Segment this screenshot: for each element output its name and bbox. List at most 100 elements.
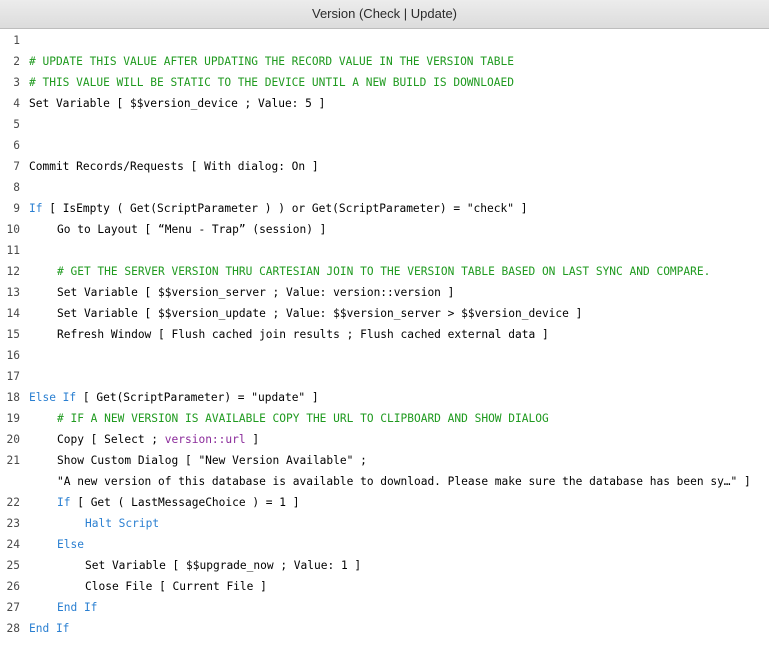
step-text: Set Variable [ $$version_server ; Value:… [57,286,455,299]
script-step-text: Copy [ Select ; version::url ] [57,429,259,450]
control-keyword: Halt Script [85,517,160,530]
script-step-text: Show Custom Dialog [ "New Version Availa… [57,450,367,471]
line-number: 21 [6,454,20,467]
line-number: 2 [13,55,20,68]
line-number: 24 [6,538,20,551]
script-step-text: If [ IsEmpty ( Get(ScriptParameter ) ) o… [29,198,527,219]
script-step-line[interactable]: 13 Set Variable [ $$version_server ; Valu… [0,282,769,303]
script-step-line[interactable]: 10 Go to Layout [ “Menu - Trap” (session)… [0,219,769,240]
line-number: 18 [6,391,20,404]
script-step-text: Refresh Window [ Flush cached join resul… [57,324,549,345]
script-step-line[interactable]: 6 [0,135,769,156]
script-step-text: # UPDATE THIS VALUE AFTER UPDATING THE R… [29,51,514,72]
step-text: Refresh Window [ Flush cached join resul… [57,328,549,341]
script-step-line[interactable]: 8 [0,177,769,198]
line-number: 3 [13,76,20,89]
script-step-line[interactable]: 19 # IF A NEW VERSION IS AVAILABLE COPY T… [0,408,769,429]
script-step-line[interactable]: 12 # GET THE SERVER VERSION THRU CARTESIA… [0,261,769,282]
window-title: Version (Check | Update) [312,6,457,21]
script-step-line[interactable]: 14 Set Variable [ $$version_update ; Valu… [0,303,769,324]
line-number: 28 [6,622,20,635]
script-step-line[interactable]: 16 [0,345,769,366]
script-step-text: Close File [ Current File ] [85,576,267,597]
line-number: 14 [6,307,20,320]
step-text: Commit Records/Requests [ With dialog: O… [29,160,319,173]
script-step-line[interactable]: 23 Halt Script [0,513,769,534]
control-keyword: Else If [29,391,77,404]
script-step-text: # THIS VALUE WILL BE STATIC TO THE DEVIC… [29,72,514,93]
line-number: 15 [6,328,20,341]
step-text: Set Variable [ $$version_device ; Value:… [29,97,326,110]
script-step-line[interactable]: 28 End If [0,618,769,639]
script-step-line[interactable]: 9 If [ IsEmpty ( Get(ScriptParameter ) ) … [0,198,769,219]
field-reference: version::url [164,433,246,446]
script-step-text: Set Variable [ $$upgrade_now ; Value: 1 … [85,555,361,576]
script-step-text: Set Variable [ $$version_server ; Value:… [57,282,454,303]
script-step-line[interactable]: 17 [0,366,769,387]
script-step-line[interactable]: 15 Refresh Window [ Flush cached join res… [0,324,769,345]
script-step-text: Commit Records/Requests [ With dialog: O… [29,156,319,177]
step-text: Close File [ Current File ] [85,580,267,593]
line-number: 10 [6,223,20,236]
line-number: 23 [6,517,20,530]
script-step-line[interactable]: 7 Commit Records/Requests [ With dialog: … [0,156,769,177]
line-number: 1 [13,34,20,47]
script-editor[interactable]: 1 2 # UPDATE THIS VALUE AFTER UPDATING THE… [0,29,769,656]
script-step-text: # GET THE SERVER VERSION THRU CARTESIAN … [57,261,710,282]
script-step-line[interactable]: 20 Copy [ Select ; version::url ] [0,429,769,450]
script-step-text: Go to Layout [ “Menu - Trap” (session) ] [57,219,326,240]
control-keyword: End If [57,601,98,614]
line-number: 17 [6,370,20,383]
line-number: 19 [6,412,20,425]
line-number: 8 [13,181,20,194]
script-step-line[interactable]: 18 Else If [ Get(ScriptParameter) = "upda… [0,387,769,408]
step-text: [ Get ( LastMessageChoice ) = 1 ] [70,496,300,509]
step-text: Set Variable [ $$version_update ; Value:… [57,307,583,320]
script-step-line[interactable]: 1 [0,30,769,51]
line-number: 22 [6,496,20,509]
step-text: Copy [ Select ; [57,433,165,446]
line-number: 12 [6,265,20,278]
script-step-line[interactable]: 11 [0,240,769,261]
step-comment: # IF A NEW VERSION IS AVAILABLE COPY THE… [57,412,549,425]
script-step-line[interactable]: 5 [0,114,769,135]
script-step-text: If [ Get ( LastMessageChoice ) = 1 ] [57,492,300,513]
step-text: [ Get(ScriptParameter) = "update" ] [76,391,319,404]
script-step-line[interactable]: 27 End If [0,597,769,618]
script-step-line[interactable]: 25 Set Variable [ $$upgrade_now ; Value: … [0,555,769,576]
script-step-text: "A new version of this database is avail… [57,471,751,492]
script-step-line[interactable]: 26 Close File [ Current File ] [0,576,769,597]
control-keyword: Else [57,538,84,551]
line-number: 16 [6,349,20,362]
step-text: "A new version of this database is avail… [57,475,751,488]
script-step-text: Else [57,534,84,555]
script-step-text: # IF A NEW VERSION IS AVAILABLE COPY THE… [57,408,549,429]
line-number: 5 [13,118,20,131]
script-step-line[interactable]: 22 If [ Get ( LastMessageChoice ) = 1 ] [0,492,769,513]
control-keyword: End If [29,622,70,635]
line-number: 6 [13,139,20,152]
script-workspace-window: Version (Check | Update) 1 2 # UPDATE THIS… [0,0,769,656]
line-number: 13 [6,286,20,299]
script-step-text: Halt Script [85,513,159,534]
line-number: 7 [13,160,20,173]
script-step-line[interactable]: 4 Set Variable [ $$version_device ; Value… [0,93,769,114]
line-number: 27 [6,601,20,614]
line-number: 9 [13,202,20,215]
line-number: 11 [6,244,20,257]
script-step-line[interactable]: 24 Else [0,534,769,555]
script-step-line[interactable]: 21 Show Custom Dialog [ "New Version Avai… [0,450,769,471]
script-step-line[interactable]: 2 # UPDATE THIS VALUE AFTER UPDATING THE … [0,51,769,72]
script-step-text: End If [57,597,97,618]
line-number: 20 [6,433,20,446]
window-titlebar[interactable]: Version (Check | Update) [0,0,769,29]
script-step-line[interactable]: 3 # THIS VALUE WILL BE STATIC TO THE DEVI… [0,72,769,93]
step-text: Go to Layout [ “Menu - Trap” (session) ] [57,223,327,236]
control-keyword: If [29,202,43,215]
script-step-text: Else If [ Get(ScriptParameter) = "update… [29,387,319,408]
control-keyword: If [57,496,71,509]
script-step-text: Set Variable [ $$version_update ; Value:… [57,303,582,324]
step-comment: # GET THE SERVER VERSION THRU CARTESIAN … [57,265,711,278]
script-step-line[interactable]: "A new version of this database is avail… [0,471,769,492]
script-step-text: Set Variable [ $$version_device ; Value:… [29,93,325,114]
